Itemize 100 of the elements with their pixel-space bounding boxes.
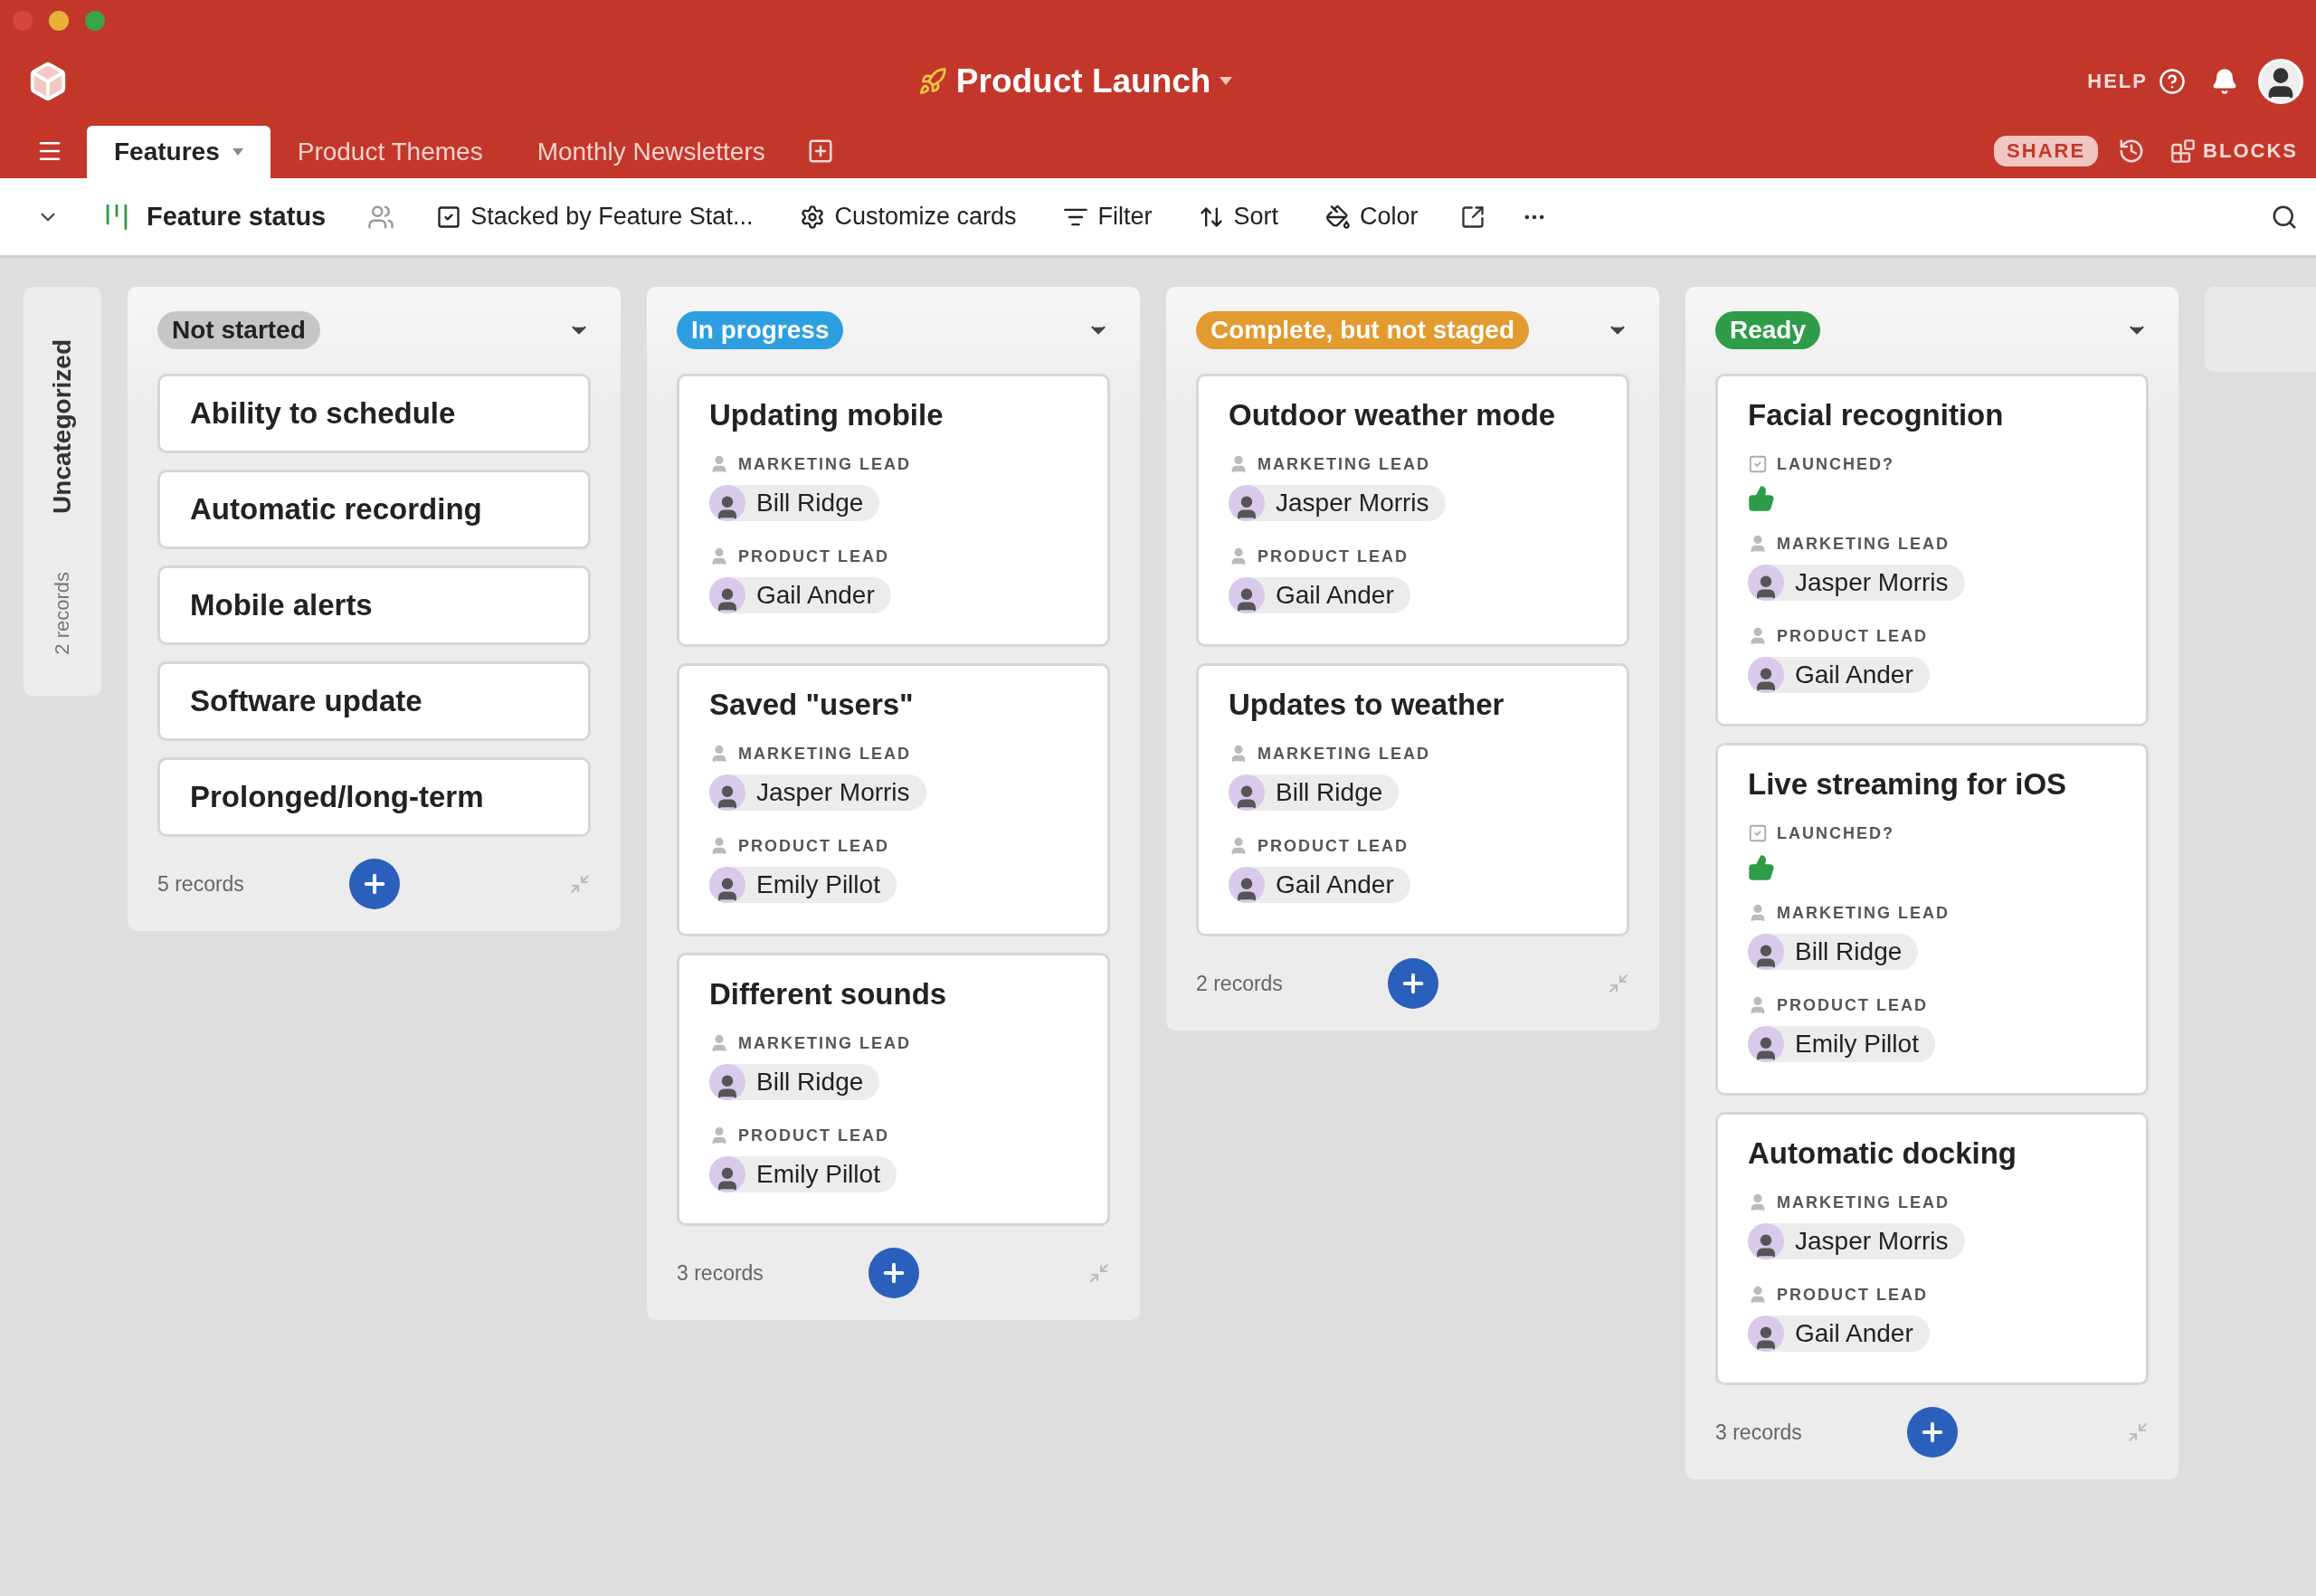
avatar-icon — [709, 867, 745, 903]
record-card[interactable]: Automatic docking MARKETING LEAD Jasper Morris PRODUCT LEAD Gail Ander — [1715, 1112, 2149, 1385]
field-label: PRODUCT LEAD — [1258, 546, 1409, 566]
field-label: PRODUCT LEAD — [738, 1126, 889, 1145]
record-count: 2 records — [1196, 971, 1284, 996]
card-title: Mobile alerts — [190, 588, 374, 622]
rocket-icon — [917, 66, 947, 96]
avatar-icon — [1229, 774, 1265, 811]
record-count: 5 records — [157, 871, 245, 897]
user-chip: Bill Ridge — [1748, 934, 1919, 970]
field-label: PRODUCT LEAD — [1777, 1285, 1928, 1305]
card-title: Facial recognition — [1748, 398, 2005, 432]
stack-icon — [436, 204, 462, 230]
user-chip: Gail Ander — [1229, 867, 1410, 903]
uncategorized-panel[interactable]: Uncategorized 2 records — [24, 287, 101, 696]
avatar-icon — [1748, 1223, 1784, 1259]
record-count: 3 records — [1715, 1420, 1803, 1445]
table-tab[interactable]: Monthly Newsletters — [509, 126, 793, 178]
uncategorized-title: Uncategorized — [48, 339, 77, 514]
card-title: Ability to schedule — [190, 396, 457, 431]
card-title: Saved "users" — [709, 688, 915, 722]
avatar-icon — [709, 485, 745, 521]
record-card[interactable]: Automatic recording — [157, 470, 591, 549]
card-title: Updating mobile — [709, 398, 944, 432]
field-label: PRODUCT LEAD — [1777, 995, 1928, 1015]
user-chip: Emily Pillot — [709, 867, 897, 903]
field-label: MARKETING LEAD — [738, 744, 911, 764]
user-chip: Gail Ander — [1229, 577, 1410, 613]
status-tag: Complete, but not staged — [1196, 311, 1529, 349]
record-card[interactable]: Updates to weather MARKETING LEAD Bill Ridge PRODUCT LEAD Gail Ander — [1196, 663, 1629, 936]
window-minimize-button[interactable] — [49, 11, 69, 31]
user-chip: Gail Ander — [1748, 657, 1930, 693]
color-icon — [1325, 204, 1351, 230]
avatar-icon — [709, 1064, 745, 1100]
checkbox-field-icon — [1748, 823, 1768, 843]
card-title: Outdoor weather mode — [1229, 398, 1557, 432]
field-label: PRODUCT LEAD — [1777, 626, 1928, 646]
field-label: MARKETING LEAD — [1258, 744, 1430, 764]
card-title: Live streaming for iOS — [1748, 767, 2068, 802]
card-title: Automatic docking — [1748, 1136, 2018, 1171]
blocks-button[interactable]: BLOCKS — [2165, 138, 2303, 165]
record-card[interactable]: Different sounds MARKETING LEAD Bill Ridge PRODUCT LEAD Emily Pillot — [677, 953, 1110, 1226]
avatar-icon — [1229, 867, 1265, 903]
record-card[interactable]: Ability to schedule — [157, 374, 591, 453]
record-card[interactable]: Updating mobile MARKETING LEAD Bill Ridge PRODUCT LEAD Gail Ander — [677, 374, 1110, 647]
field-label: MARKETING LEAD — [1777, 1192, 1950, 1212]
user-chip: Jasper Morris — [709, 774, 926, 811]
user-chip: Bill Ridge — [709, 1064, 880, 1100]
record-card[interactable]: Facial recognition LAUNCHED? MARKETING LEAD Jasper Morris PRODUCT LEAD Gail Ander — [1715, 374, 2149, 727]
status-tag: Not started — [157, 311, 320, 349]
field-label: MARKETING LEAD — [1777, 903, 1950, 923]
avatar-icon — [1229, 577, 1265, 613]
toolbar-button[interactable]: Stacked by Feature Stat... — [431, 202, 759, 232]
status-tag: Ready — [1715, 311, 1821, 349]
base-title[interactable]: Product Launch — [69, 61, 2083, 101]
avatar-icon — [1748, 657, 1784, 693]
toolbar-button[interactable]: Customize cards — [794, 202, 1022, 232]
field-label: MARKETING LEAD — [1258, 454, 1430, 474]
record-card[interactable]: Live streaming for iOS LAUNCHED? MARKETING LEAD Bill Ridge PRODUCT LEAD Emily Pillot — [1715, 743, 2149, 1096]
user-chip: Jasper Morris — [1748, 1223, 1965, 1259]
record-count: 2 records — [51, 571, 74, 655]
record-card[interactable]: Mobile alerts — [157, 565, 591, 645]
field-label: MARKETING LEAD — [738, 1033, 911, 1053]
account-avatar[interactable] — [2258, 58, 2303, 104]
record-card[interactable]: Prolonged/long-term — [157, 757, 591, 837]
caret-icon — [1220, 77, 1233, 85]
field-label: PRODUCT LEAD — [738, 836, 889, 856]
user-chip: Jasper Morris — [1229, 485, 1446, 521]
avatar-icon — [1229, 485, 1265, 521]
field-label: PRODUCT LEAD — [1258, 836, 1409, 856]
share-view-icon[interactable] — [1459, 204, 1485, 230]
avatar-icon — [1748, 1316, 1784, 1352]
record-card[interactable]: Saved "users" MARKETING LEAD Jasper Morris PRODUCT LEAD Emily Pillot — [677, 663, 1110, 936]
caret-icon — [232, 148, 243, 156]
toolbar-button[interactable]: Sort — [1193, 202, 1284, 232]
help-button[interactable]: HELP — [2082, 66, 2191, 96]
help-icon — [2159, 67, 2186, 95]
field-label: PRODUCT LEAD — [738, 546, 889, 566]
share-button[interactable]: SHARE — [1994, 136, 2099, 166]
card-title: Different sounds — [709, 977, 948, 1012]
toolbar-button[interactable]: Filter — [1058, 202, 1158, 232]
avatar-icon — [1748, 934, 1784, 970]
customize-icon — [800, 204, 826, 230]
view-name[interactable]: Feature status — [96, 200, 332, 233]
record-card[interactable]: Outdoor weather mode MARKETING LEAD Jasper Morris PRODUCT LEAD Gail Ander — [1196, 374, 1629, 647]
card-title: Updates to weather — [1229, 688, 1505, 722]
avatar-icon — [1748, 1026, 1784, 1062]
toolbar-button[interactable]: Color — [1320, 202, 1424, 232]
notifications-icon[interactable] — [2211, 67, 2238, 95]
record-card[interactable]: Software update — [157, 661, 591, 741]
user-chip: Bill Ridge — [709, 485, 880, 521]
blocks-icon — [2170, 138, 2197, 164]
user-chip: Jasper Morris — [1748, 565, 1965, 601]
user-chip: Gail Ander — [709, 577, 891, 613]
avatar-icon — [1748, 565, 1784, 601]
avatar-icon — [709, 1156, 745, 1192]
table-tab[interactable]: Features — [87, 126, 271, 178]
table-tab[interactable]: Product Themes — [270, 126, 510, 178]
status-tag: In progress — [677, 311, 844, 349]
field-label: MARKETING LEAD — [1777, 534, 1950, 554]
